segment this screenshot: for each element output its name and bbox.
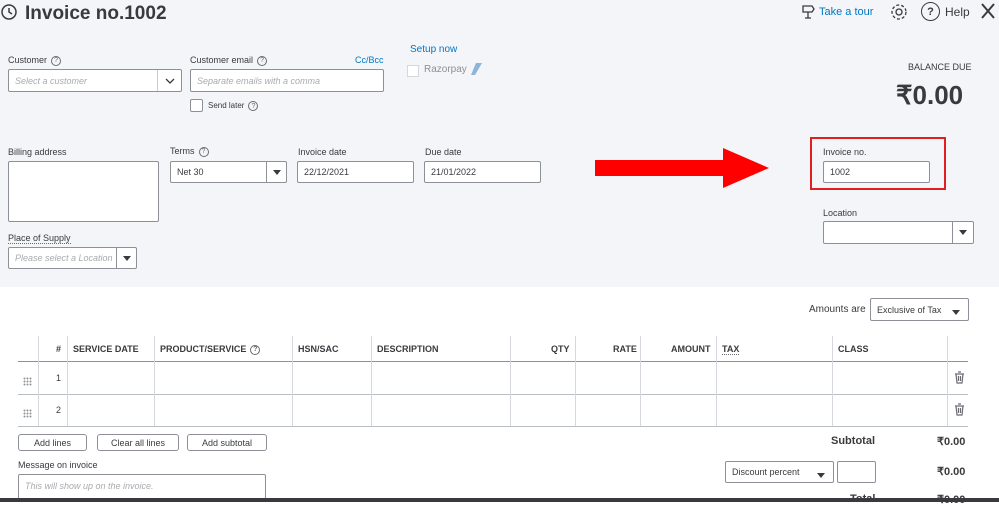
balance-due-amount: ₹0.00 [896,80,964,110]
amounts-are-label: Amounts are [809,304,866,315]
subtotal-label: Subtotal [831,435,875,447]
col-header-tax: TAX [722,344,740,355]
discount-type-select[interactable]: Discount percent [725,461,834,483]
col-header-number: # [56,344,62,354]
col-divider [575,336,576,426]
col-divider [510,336,511,426]
col-header-product-service: PRODUCT/SERVICE? [160,344,261,355]
tour-icon[interactable] [800,4,816,25]
caret-down-icon [952,307,960,317]
invoice-date-label: Invoice date [298,147,347,157]
col-header-qty: QTY [551,344,570,354]
col-divider [67,336,68,426]
setup-now-link[interactable]: Setup now [410,44,457,55]
place-of-supply-label: Place of Supply [8,233,71,244]
annotation-arrow [595,148,770,193]
caret-down-icon[interactable] [952,222,973,243]
add-subtotal-button[interactable]: Add subtotal [187,434,267,451]
due-date-label: Due date [425,147,462,157]
drag-handle-icon[interactable] [23,405,32,423]
terms-help-icon[interactable]: ? [198,146,209,157]
invoice-date-field[interactable]: 22/12/2021 [297,161,414,183]
col-divider [292,336,293,426]
customer-help-icon[interactable]: ? [51,55,62,66]
col-divider [716,336,717,426]
col-divider [947,336,948,426]
table-header-divider [18,361,968,362]
table-row-divider [18,394,968,395]
footer-bar [0,498,999,502]
discount-amount: ₹0.00 [937,466,966,478]
recent-history-icon[interactable] [0,3,18,26]
customer-select[interactable]: Select a customer [8,69,182,92]
send-later-label: Send later? [208,101,259,111]
invoice-no-label: Invoice no. [823,147,867,157]
invoice-no-field[interactable]: 1002 [823,161,930,183]
location-select[interactable] [823,221,974,244]
col-divider [154,336,155,426]
col-header-amount: AMOUNT [671,344,711,354]
drag-handle-icon[interactable] [23,373,32,391]
terms-select[interactable]: Net 30 [170,161,287,183]
customer-label: Customer? [8,55,62,66]
col-divider [832,336,833,426]
caret-down-icon[interactable] [266,162,286,182]
page-title: Invoice no.1002 [25,3,167,24]
due-date-field[interactable]: 21/01/2022 [424,161,541,183]
col-header-description: DESCRIPTION [377,344,439,354]
col-header-hsn-sac: HSN/SAC [298,344,339,354]
balance-due-label: BALANCE DUE [908,62,972,72]
razorpay-checkbox[interactable] [407,65,419,77]
place-of-supply-select[interactable]: Please select a Location [8,247,137,269]
email-label: Customer email? [190,55,268,66]
gear-icon[interactable] [890,3,908,26]
col-header-rate: RATE [613,344,637,354]
message-label: Message on invoice [18,460,98,470]
help-icon[interactable]: ? [921,2,940,21]
razorpay-logo-icon [470,62,484,81]
take-tour-link[interactable]: Take a tour [819,6,873,18]
send-later-help-icon[interactable]: ? [248,101,259,111]
email-help-icon[interactable]: ? [257,55,268,66]
clear-all-lines-button[interactable]: Clear all lines [97,434,179,451]
send-later-checkbox[interactable] [190,99,203,112]
billing-address-textarea[interactable] [8,161,159,222]
billing-address-label: Billing address [8,147,67,157]
cc-bcc-link[interactable]: Cc/Bcc [355,55,384,65]
amounts-are-select[interactable]: Exclusive of Tax [870,298,969,321]
caret-down-icon[interactable] [116,248,136,268]
col-divider [371,336,372,426]
product-help-icon[interactable]: ? [250,344,261,355]
email-field[interactable]: Separate emails with a comma [190,69,384,92]
row-number: 1 [56,373,62,383]
subtotal-value: ₹0.00 [937,436,966,448]
col-divider [38,336,39,426]
discount-value-input[interactable] [837,461,876,483]
help-label[interactable]: Help [945,5,970,19]
table-row-divider [18,426,968,427]
trash-icon[interactable] [954,403,965,421]
location-label: Location [823,208,858,218]
add-lines-button[interactable]: Add lines [18,434,87,451]
col-header-class: CLASS [838,344,869,354]
caret-down-icon [817,470,825,480]
col-divider [640,336,641,426]
chevron-down-icon[interactable] [157,70,181,91]
terms-label: Terms? [170,146,209,157]
trash-icon[interactable] [954,371,965,389]
col-header-service-date: SERVICE DATE [73,344,139,354]
row-number: 2 [56,405,62,415]
close-icon[interactable] [980,2,996,25]
razorpay-label: Razorpay [424,64,467,75]
